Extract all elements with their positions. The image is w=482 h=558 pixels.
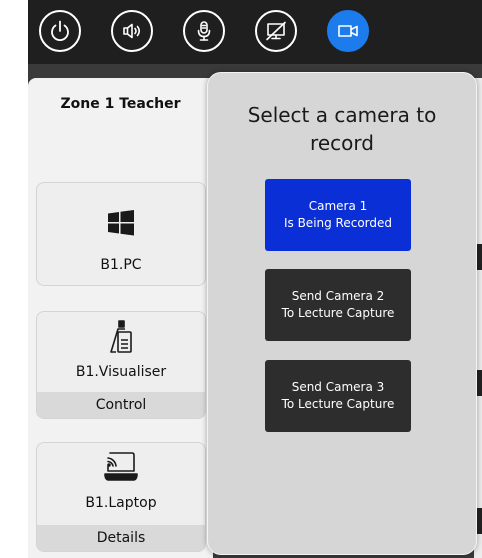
source-label: B1.Laptop — [85, 495, 157, 511]
document-camera-icon — [110, 320, 132, 353]
source-label: B1.PC — [100, 257, 142, 273]
volume-button[interactable] — [111, 10, 153, 52]
camera-select-dialog: Select a camera to record Camera 1 Is Be… — [207, 72, 477, 555]
camera-button[interactable] — [327, 10, 369, 52]
source-label: B1.Visualiser — [75, 364, 167, 380]
laptop-cast-icon — [104, 452, 138, 481]
display-off-icon — [266, 21, 286, 41]
windows-logo-icon — [108, 210, 134, 236]
dialog-title: Select a camera to record — [247, 103, 437, 155]
control-button[interactable]: Control — [37, 392, 205, 418]
zone-panel: Zone 1 Teacher B1.PC B1.Visualiser Contr… — [28, 78, 213, 558]
camera-3-button[interactable]: Send Camera 3 To Lecture Capture — [265, 360, 411, 432]
zone-title: Zone 1 Teacher — [60, 96, 181, 112]
microphone-icon — [197, 21, 211, 41]
source-card-pc[interactable]: B1.PC — [36, 182, 206, 286]
source-card-laptop[interactable]: B1.Laptop Details — [36, 442, 206, 552]
source-card-visualiser[interactable]: B1.Visualiser Control — [36, 311, 206, 419]
camera-1-button[interactable]: Camera 1 Is Being Recorded — [265, 179, 411, 251]
power-icon — [51, 20, 69, 42]
video-camera-icon — [338, 25, 358, 37]
details-button[interactable]: Details — [37, 525, 205, 551]
display-button[interactable] — [255, 10, 297, 52]
camera-2-button[interactable]: Send Camera 2 To Lecture Capture — [265, 269, 411, 341]
microphone-button[interactable] — [183, 10, 225, 52]
top-toolbar — [28, 0, 482, 64]
speaker-volume-icon — [123, 23, 141, 39]
power-button[interactable] — [39, 10, 81, 52]
